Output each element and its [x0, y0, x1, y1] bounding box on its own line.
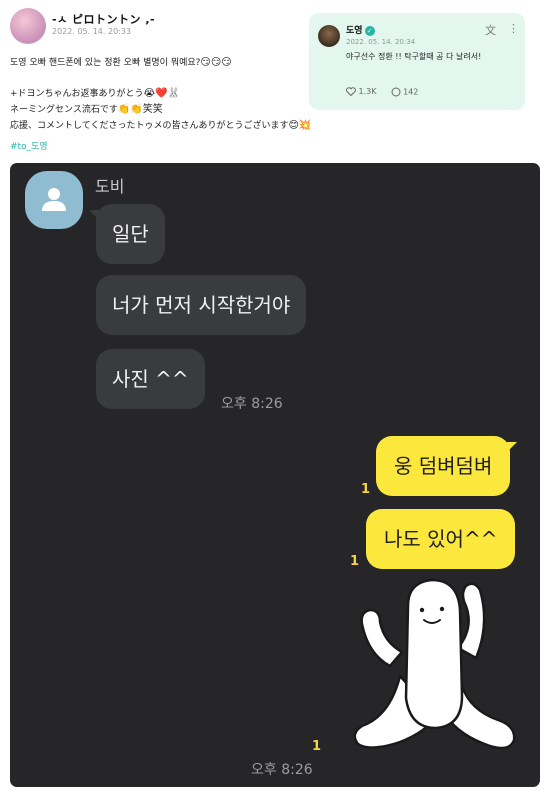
chat-avatar[interactable] — [25, 171, 83, 229]
quoted-post-text: 야구선수 정환 !! 탁구할때 공 다 날려서! — [346, 52, 482, 61]
emoji-group: 😭❤️🐰 — [143, 88, 181, 99]
sent-message[interactable]: 웅 덤벼덤벼 — [376, 436, 518, 496]
received-message[interactable]: 일단 — [89, 204, 165, 264]
unread-count: 1 — [312, 739, 322, 754]
more-icon[interactable]: ⋮ — [508, 22, 519, 35]
chat-screenshot: 도비 일단 너가 먼저 시작한거야 사진 ^^ 오후 8:26 웅 덤벼덤벼 1… — [10, 163, 540, 787]
received-time: 오후 8:26 — [221, 396, 283, 412]
post-body: 도영 오빠 핸드폰에 있는 정환 오빠 별명이 뭐예요?😏😏😏 +ドヨンちゃんお… — [10, 55, 312, 134]
post-line: +ドヨンちゃんお返事ありがとう😭❤️🐰 — [10, 88, 181, 99]
comment-stat[interactable]: 142 — [391, 87, 418, 97]
quoted-post-date: 2022. 05. 14. 20:34 — [346, 38, 416, 46]
quoted-author-avatar[interactable] — [318, 25, 340, 47]
default-profile-icon — [42, 188, 66, 211]
post-author-name[interactable]: -ㅅ ピロトントン ,- — [52, 11, 155, 27]
quoted-post-stats: 1.3K 142 — [346, 87, 418, 97]
quoted-post-card[interactable]: 도영 ✓ 2022. 05. 14. 20:34 文 ⋮ 야구선수 정환 !! 탁… — [309, 13, 525, 110]
post-date: 2022. 05. 14. 20:33 — [52, 27, 132, 36]
translate-icon[interactable]: 文 — [485, 22, 496, 38]
hashtag-link[interactable]: #to_도영 — [10, 139, 48, 152]
sent-time: 오후 8:26 — [251, 762, 313, 778]
heart-icon — [346, 87, 356, 97]
quoted-author-name[interactable]: 도영 ✓ — [346, 23, 375, 36]
comment-icon — [391, 87, 401, 97]
emoji-group: 👏👏笑笑 — [117, 104, 163, 115]
post-line: ネーミングセンス流石です👏👏笑笑 — [10, 104, 163, 115]
post-author-avatar[interactable] — [10, 8, 46, 44]
emoji-group: 😏😏😏 — [200, 57, 232, 68]
post-line: 応援、コメントしてくださったトゥメの皆さんありがとうございます😊💥 — [10, 120, 312, 131]
received-message[interactable]: 너가 먼저 시작한거야 — [96, 275, 307, 335]
sticker-emoticon[interactable] — [350, 576, 520, 752]
emoji-group: 😊💥 — [288, 120, 312, 131]
sent-message[interactable]: 나도 있어^^ — [366, 509, 516, 569]
received-message[interactable]: 사진 ^^ — [96, 349, 205, 409]
verified-badge-icon: ✓ — [364, 25, 375, 36]
unread-count: 1 — [350, 554, 360, 569]
sender-name: 도비 — [95, 177, 125, 196]
post-line: 도영 오빠 핸드폰에 있는 정환 오빠 별명이 뭐예요?😏😏😏 — [10, 57, 232, 68]
like-stat[interactable]: 1.3K — [346, 87, 377, 97]
unread-count: 1 — [361, 482, 371, 497]
